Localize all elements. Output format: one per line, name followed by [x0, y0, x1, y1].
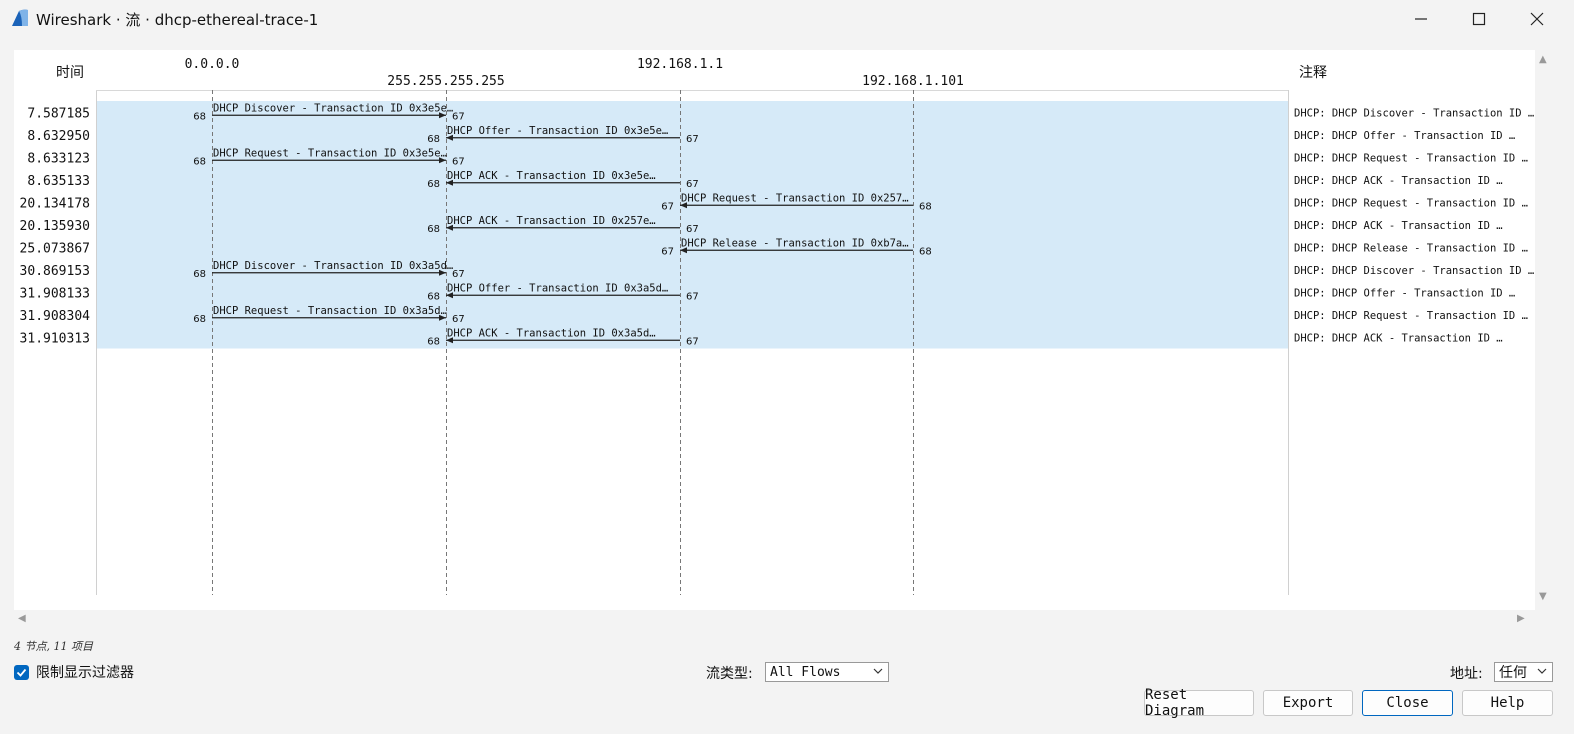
flow-src-port: 68 [193, 314, 206, 325]
close-icon [1530, 12, 1544, 26]
node-address-0: 0.0.0.0 [185, 57, 240, 72]
reset-diagram-button[interactable]: Reset Diagram [1144, 687, 1254, 719]
flow-dst-port: 68 [427, 134, 440, 145]
wireshark-logo-icon [12, 9, 28, 26]
flow-comment: DHCP: DHCP Offer - Transaction ID … [1294, 287, 1515, 299]
node-item-summary: 4 节点, 11 项目 [14, 640, 93, 653]
flow-label: DHCP Offer - Transaction ID 0x3a5d… [447, 282, 668, 294]
chevron-down-icon [873, 668, 883, 674]
chevron-down-icon [1537, 668, 1547, 674]
flow-diagram-svg: 时间 注释 0.0.0.0 255.255.255.255 192.168.1.1 192… [20, 57, 1534, 595]
flow-src-port: 67 [686, 134, 699, 145]
flow-comment: DHCP: DHCP Release - Transaction ID … [1294, 242, 1528, 254]
horizontal-scrollbar[interactable]: ◀ ▶ [14, 611, 1535, 627]
flow-comment: DHCP: DHCP ACK - Transaction ID … [1294, 220, 1503, 232]
flow-comment: DHCP: DHCP Discover - Transaction ID … [1294, 107, 1534, 119]
flow-src-port: 68 [193, 269, 206, 280]
flow-diagram[interactable]: 时间 注释 0.0.0.0 255.255.255.255 192.168.1.1 192… [14, 50, 1535, 610]
flow-dst-port: 67 [452, 156, 465, 167]
address-value: 任何 [1499, 665, 1527, 681]
scroll-right-icon[interactable]: ▶ [1517, 613, 1525, 624]
maximize-button[interactable] [1450, 0, 1508, 38]
flow-time: 20.135930 [20, 219, 90, 234]
flow-src-port: 67 [686, 179, 699, 190]
flow-dst-port: 67 [452, 111, 465, 122]
flow-label: DHCP Discover - Transaction ID 0x3a5d… [213, 260, 453, 272]
flow-src-port: 68 [919, 201, 932, 212]
time-header: 时间 [56, 65, 84, 81]
node-address-2: 192.168.1.1 [637, 57, 723, 72]
maximize-icon [1472, 12, 1486, 26]
flow-time: 7.587185 [27, 106, 90, 121]
flow-src-port: 67 [686, 224, 699, 235]
node-address-1: 255.255.255.255 [387, 74, 504, 89]
flow-time: 8.635133 [27, 174, 90, 189]
flow-time: 8.633123 [27, 151, 90, 166]
flow-label: DHCP Request - Transaction ID 0x257… [681, 192, 909, 204]
address-select[interactable]: 任何 [1494, 662, 1553, 682]
vertical-scrollbar[interactable]: ▲ ▼ [1536, 50, 1552, 610]
flow-dst-port: 67 [661, 201, 674, 212]
address-label: 地址: [1450, 666, 1483, 682]
flow-label: DHCP Request - Transaction ID 0x3e5e… [213, 147, 447, 159]
flow-src-port: 68 [919, 246, 932, 257]
flow-label: DHCP ACK - Transaction ID 0x3a5d… [447, 327, 656, 339]
flow-time: 31.908133 [20, 286, 90, 301]
flow-time: 25.073867 [20, 241, 90, 256]
flow-src-port: 67 [686, 291, 699, 302]
flow-comment: DHCP: DHCP Discover - Transaction ID … [1294, 265, 1534, 277]
flow-label: DHCP Request - Transaction ID 0x3a5d… [213, 305, 447, 317]
flow-comment: DHCP: DHCP Request - Transaction ID … [1294, 197, 1528, 209]
flow-label: DHCP ACK - Transaction ID 0x257e… [447, 215, 656, 227]
limit-display-filter-checkbox[interactable]: 限制显示过滤器 [14, 662, 134, 682]
flow-time: 8.632950 [27, 129, 90, 144]
node-address-3: 192.168.1.101 [862, 74, 964, 89]
flow-dst-port: 67 [661, 246, 674, 257]
close-button[interactable]: Close [1362, 690, 1453, 716]
flow-src-port: 67 [686, 336, 699, 347]
flow-dst-port: 68 [427, 336, 440, 347]
window-title: Wireshark · 流 · dhcp-ethereal-trace-1 [36, 11, 319, 29]
flow-label: DHCP Discover - Transaction ID 0x3e5e… [213, 102, 453, 114]
close-window-button[interactable] [1508, 0, 1566, 38]
flow-time: 31.908304 [20, 309, 91, 324]
minimize-icon [1415, 18, 1427, 20]
flow-time: 20.134178 [20, 196, 90, 211]
flow-dst-port: 67 [452, 269, 465, 280]
flow-dst-port: 68 [427, 291, 440, 302]
scroll-left-icon[interactable]: ◀ [18, 613, 26, 624]
title-bar: Wireshark · 流 · dhcp-ethereal-trace-1 [0, 0, 1574, 38]
comment-header: 注释 [1299, 65, 1327, 81]
flow-comment: DHCP: DHCP Request - Transaction ID … [1294, 310, 1528, 322]
flow-type-select[interactable]: All Flows [765, 662, 889, 682]
checkbox-checked-icon[interactable] [14, 664, 29, 680]
flow-dst-port: 68 [427, 224, 440, 235]
limit-display-filter-label: 限制显示过滤器 [36, 665, 134, 681]
flow-comment: DHCP: DHCP Request - Transaction ID … [1294, 152, 1528, 164]
flow-comment: DHCP: DHCP Offer - Transaction ID … [1294, 130, 1515, 142]
export-button[interactable]: Export [1263, 690, 1353, 716]
flow-label: DHCP ACK - Transaction ID 0x3e5e… [447, 170, 656, 182]
flow-time: 30.869153 [20, 264, 90, 279]
help-button[interactable]: Help [1462, 690, 1553, 716]
flow-src-port: 68 [193, 111, 206, 122]
flow-type-value: All Flows [770, 664, 841, 680]
flow-dst-port: 68 [427, 179, 440, 190]
flow-type-label: 流类型: [706, 666, 753, 682]
flow-comment: DHCP: DHCP ACK - Transaction ID … [1294, 175, 1503, 187]
scroll-up-icon[interactable]: ▲ [1539, 54, 1547, 65]
flow-label: DHCP Offer - Transaction ID 0x3e5e… [447, 125, 668, 137]
flow-time: 31.910313 [20, 331, 90, 346]
flow-src-port: 68 [193, 156, 206, 167]
minimize-button[interactable] [1392, 0, 1450, 38]
flow-label: DHCP Release - Transaction ID 0xb7a… [681, 237, 909, 249]
flow-dst-port: 67 [452, 314, 465, 325]
scroll-down-icon[interactable]: ▼ [1539, 591, 1547, 602]
flow-comment: DHCP: DHCP ACK - Transaction ID … [1294, 332, 1503, 344]
